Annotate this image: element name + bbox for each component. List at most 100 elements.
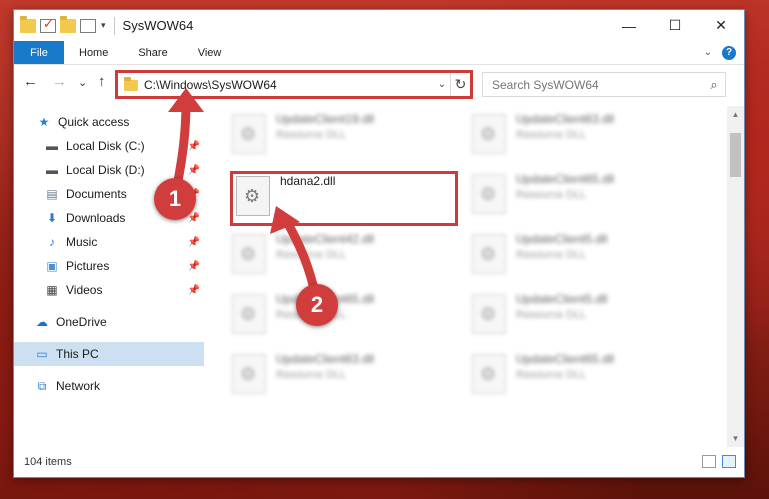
cloud-icon: ☁ xyxy=(36,315,48,329)
file-item[interactable]: UpdateClient63.dll Resource DLL xyxy=(232,352,374,406)
file-type: Resource DLL xyxy=(276,129,347,141)
computer-icon: ▭ xyxy=(36,347,48,361)
scroll-thumb[interactable] xyxy=(730,133,741,177)
explorer-window: ▾ SysWOW64 — ☐ ✕ File Home Share View ⌄ … xyxy=(14,10,744,477)
dll-file-icon xyxy=(472,234,506,274)
file-item[interactable]: UpdateClient65.dll Resource DLL xyxy=(472,172,614,226)
view-toggle xyxy=(702,455,736,468)
sidebar-item-network[interactable]: ⧉ Network xyxy=(14,374,204,398)
tab-file[interactable]: File xyxy=(14,41,64,64)
sidebar-item-label: Local Disk (C:) xyxy=(66,139,145,153)
sidebar-item-label: This PC xyxy=(56,347,99,361)
vertical-scrollbar[interactable]: ▲ ▼ xyxy=(727,106,744,447)
address-dropdown-icon[interactable]: ⌄ xyxy=(434,79,450,90)
file-list: UpdateClient19.dll Resource DLL UpdateCli… xyxy=(210,106,722,444)
refresh-icon[interactable]: ↻ xyxy=(450,73,470,96)
file-name: UpdateClient65.dll xyxy=(516,352,615,366)
file-item[interactable]: UpdateClient63.dll Resource DLL xyxy=(472,112,614,166)
close-button[interactable]: ✕ xyxy=(698,10,744,41)
file-type: Resource DLL xyxy=(276,249,347,261)
music-icon: ♪ xyxy=(49,235,55,249)
large-icons-view-icon[interactable] xyxy=(722,455,736,468)
dll-file-icon xyxy=(232,234,266,274)
tab-home[interactable]: Home xyxy=(64,41,123,64)
dll-file-icon xyxy=(232,354,266,394)
details-view-icon[interactable] xyxy=(702,455,716,468)
sidebar-item-quick-access[interactable]: ★ Quick access xyxy=(14,110,204,134)
recent-locations-button[interactable]: ⌄ xyxy=(78,76,87,89)
pin-icon[interactable]: 📌 xyxy=(188,165,200,176)
title-bar: ▾ SysWOW64 — ☐ ✕ xyxy=(14,10,744,41)
file-name: UpdateClient19.dll xyxy=(276,112,375,126)
pin-icon[interactable]: 📌 xyxy=(188,285,200,296)
file-item[interactable]: UpdateClient65.dll Resource DLL xyxy=(472,352,614,406)
file-item-hdana2[interactable]: hdana2.dll xyxy=(236,174,335,228)
sidebar-item-label: Network xyxy=(56,379,101,393)
expand-ribbon-icon[interactable]: ⌄ xyxy=(704,47,712,58)
sidebar-item-label: OneDrive xyxy=(56,315,107,329)
scroll-down-icon[interactable]: ▼ xyxy=(727,430,744,447)
sidebar-item-local-disk-c[interactable]: ▬ Local Disk (C:) 📌 xyxy=(14,134,204,158)
dll-file-icon xyxy=(472,174,506,214)
file-item[interactable]: UpdateClient5.dll Resource DLL xyxy=(472,232,607,286)
file-name: UpdateClient5.dll xyxy=(516,292,608,306)
address-path[interactable]: C:\Windows\SysWOW64 xyxy=(144,78,434,92)
file-name: UpdateClient5.dll xyxy=(516,232,608,246)
file-type: Resource DLL xyxy=(516,249,587,261)
quick-access-toolbar: ▾ xyxy=(20,15,106,33)
sidebar-item-music[interactable]: ♪ Music 📌 xyxy=(14,230,204,254)
back-button[interactable]: ← xyxy=(23,73,38,90)
dll-file-icon xyxy=(472,114,506,154)
search-box[interactable]: ⌕ xyxy=(482,72,726,97)
sidebar-item-this-pc[interactable]: ▭ This PC xyxy=(14,342,204,366)
minimize-button[interactable]: — xyxy=(606,10,652,41)
file-type: Resource DLL xyxy=(516,189,587,201)
document-icon: ▤ xyxy=(46,187,58,201)
file-item[interactable]: UpdateClient5.dll Resource DLL xyxy=(472,292,607,346)
sidebar-item-label: Pictures xyxy=(66,259,110,273)
customize-toolbar-icon[interactable] xyxy=(80,18,96,33)
sidebar-item-label: Local Disk (D:) xyxy=(66,163,145,177)
toolbar-dropdown-icon[interactable]: ▾ xyxy=(101,20,106,31)
file-name: UpdateClient65.dll xyxy=(516,172,615,186)
file-item[interactable]: UpdateClient19.dll Resource DLL xyxy=(232,112,374,166)
maximize-button[interactable]: ☐ xyxy=(652,10,698,41)
sidebar-item-onedrive[interactable]: ☁ OneDrive xyxy=(14,310,204,334)
tab-share[interactable]: Share xyxy=(123,41,182,64)
pin-icon[interactable]: 📌 xyxy=(188,237,200,248)
sidebar-item-pictures[interactable]: ▣ Pictures 📌 xyxy=(14,254,204,278)
file-item[interactable]: UpdateClient42.dll Resource DLL xyxy=(232,232,374,286)
sidebar-item-videos[interactable]: ▦ Videos 📌 xyxy=(14,278,204,302)
up-button[interactable]: ↑ xyxy=(98,73,106,90)
file-name: UpdateClient63.dll xyxy=(276,352,375,366)
dll-file-icon xyxy=(472,354,506,394)
video-icon: ▦ xyxy=(46,283,58,297)
address-bar[interactable]: C:\Windows\SysWOW64 ⌄ ↻ xyxy=(117,72,471,97)
status-bar: 104 items xyxy=(14,447,744,477)
file-name: UpdateClient63.dll xyxy=(516,112,615,126)
network-icon: ⧉ xyxy=(37,378,47,393)
tab-view[interactable]: View xyxy=(183,41,237,64)
properties-check-icon[interactable] xyxy=(40,16,56,33)
search-input[interactable] xyxy=(492,77,703,92)
pin-icon[interactable]: 📌 xyxy=(188,261,200,272)
pictures-icon: ▣ xyxy=(46,259,58,273)
title-separator xyxy=(113,16,115,35)
forward-button[interactable]: → xyxy=(52,73,67,90)
step-badge-2: 2 xyxy=(296,284,338,326)
sidebar-item-label: Quick access xyxy=(58,115,130,129)
file-type: Resource DLL xyxy=(276,369,347,381)
navigation-pane: ★ Quick access ▬ Local Disk (C:) 📌 ▬ Loc… xyxy=(14,110,204,445)
new-folder-icon[interactable] xyxy=(60,15,76,33)
dll-file-icon xyxy=(232,114,266,154)
dll-file-icon xyxy=(232,294,266,334)
folder-icon[interactable] xyxy=(20,15,36,33)
file-type: Resource DLL xyxy=(516,369,587,381)
scroll-up-icon[interactable]: ▲ xyxy=(727,106,744,123)
search-icon[interactable]: ⌕ xyxy=(703,77,725,93)
window-controls: — ☐ ✕ xyxy=(606,10,744,41)
pin-icon[interactable]: 📌 xyxy=(188,141,200,152)
file-name: UpdateClient42.dll xyxy=(276,232,375,246)
help-icon[interactable]: ? xyxy=(722,45,736,60)
address-folder-icon xyxy=(124,77,138,91)
